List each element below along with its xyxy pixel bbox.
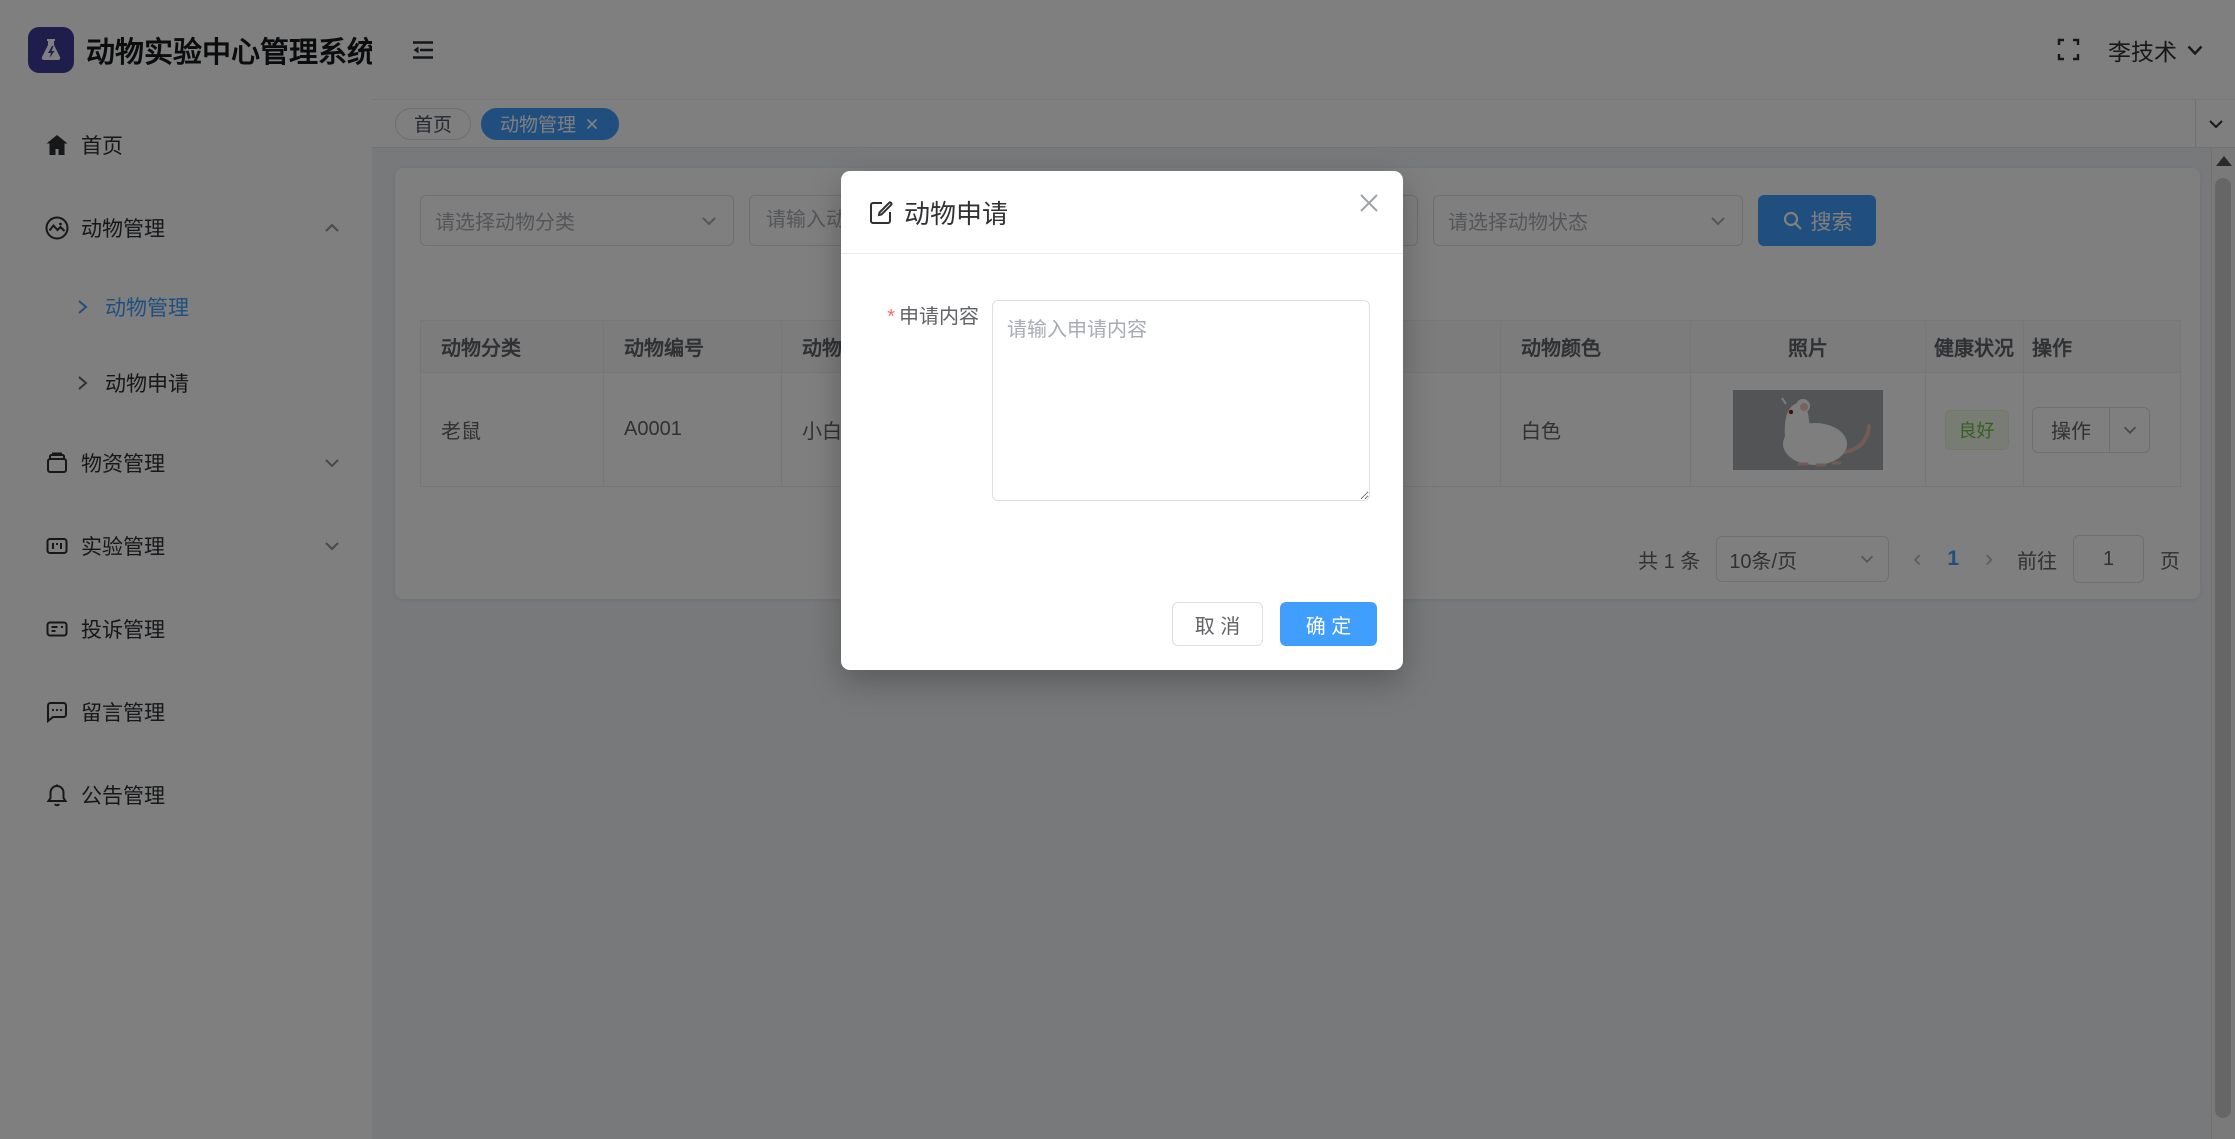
application-content-textarea[interactable] [992, 300, 1370, 501]
close-icon [1358, 192, 1380, 214]
dialog-title: 动物申请 [904, 194, 1008, 231]
dialog-body: *申请内容 [841, 254, 1403, 542]
confirm-button[interactable]: 确 定 [1280, 602, 1377, 646]
dialog-close-button[interactable] [1353, 187, 1385, 219]
required-mark: * [887, 306, 895, 328]
animal-application-dialog: 动物申请 *申请内容 取 消 确 定 [841, 171, 1403, 670]
dialog-footer: 取 消 确 定 [1172, 602, 1377, 646]
cancel-button[interactable]: 取 消 [1172, 602, 1263, 646]
edit-icon [867, 199, 894, 226]
field-label-text: 申请内容 [899, 306, 979, 328]
dialog-header: 动物申请 [841, 171, 1403, 254]
application-content-label: *申请内容 [867, 300, 979, 329]
app-root: 动物实验中心管理系统 首页 动物管理 [0, 0, 2235, 1139]
